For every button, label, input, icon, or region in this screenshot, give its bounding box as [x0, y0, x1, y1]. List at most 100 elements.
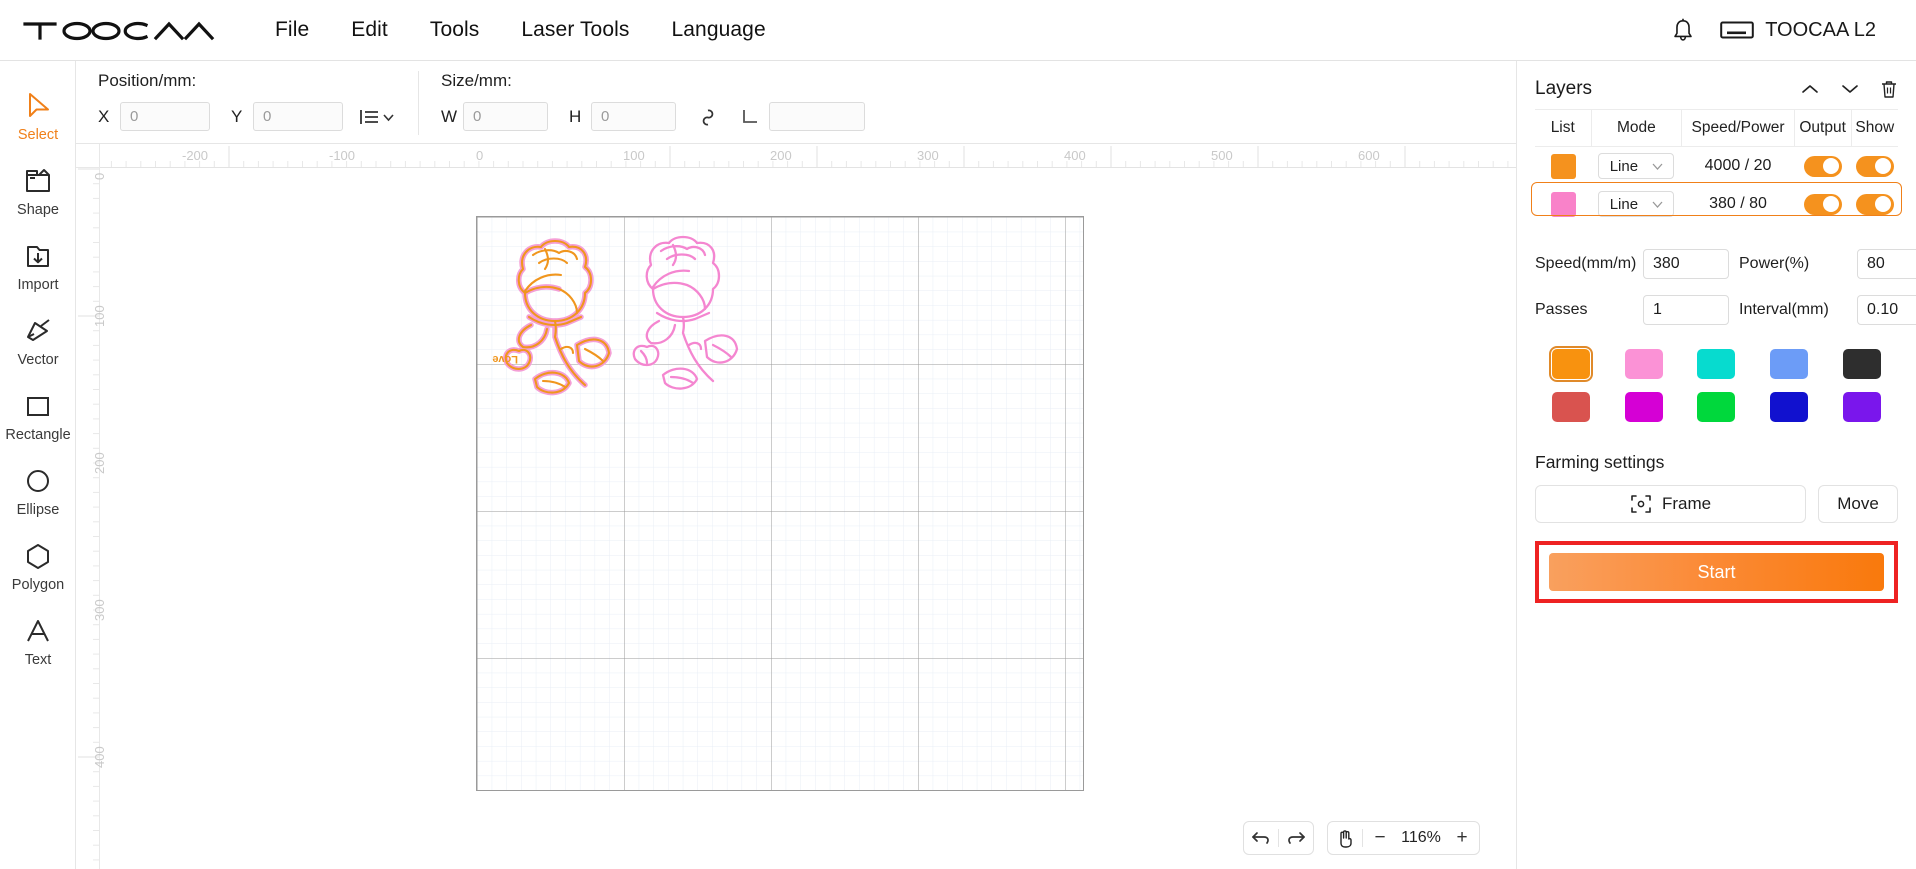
menu-tools[interactable]: Tools: [409, 12, 501, 48]
layer-color-swatch[interactable]: [1550, 191, 1576, 217]
palette-color-1[interactable]: [1549, 346, 1594, 382]
layer-mode-select[interactable]: Line: [1598, 191, 1675, 217]
app-root: File Edit Tools Laser Tools Language TOO…: [0, 0, 1916, 869]
sidebar-label-shape: Shape: [17, 202, 59, 218]
layer-row-2[interactable]: Line 380 / 80: [1535, 185, 1898, 223]
ruler-h-label-1: -200: [182, 148, 209, 163]
y-input[interactable]: 0: [253, 102, 343, 131]
ruler-h-label-9: 600: [1358, 148, 1380, 163]
palette-color-7[interactable]: [1624, 392, 1663, 422]
vertical-ruler: 0 100 200 300 400: [76, 144, 107, 869]
pan-tool-button[interactable]: [1328, 822, 1362, 854]
artwork-rose-orange[interactable]: Love: [489, 229, 629, 429]
zoom-toolbar: − 116% +: [1243, 821, 1480, 855]
corner-radius-icon: [740, 106, 760, 128]
layer-settings: Speed(mm/m) 380 Power(%) 80 Passes 1 Int…: [1535, 249, 1916, 325]
height-input[interactable]: 0: [591, 102, 676, 131]
trash-icon[interactable]: [1880, 79, 1898, 99]
import-icon: [27, 246, 49, 267]
sidebar-item-import[interactable]: Import: [0, 229, 76, 304]
zoom-group: − 116% +: [1327, 821, 1480, 855]
device-indicator[interactable]: TOOCAA L2: [1720, 19, 1876, 42]
palette-color-5[interactable]: [1842, 349, 1881, 379]
layer-speed-power: 4000 / 20: [1704, 157, 1772, 174]
w-label: W: [441, 106, 458, 126]
work-area[interactable]: Love: [476, 216, 1084, 791]
palette-color-9[interactable]: [1770, 392, 1809, 422]
notification-bell-icon[interactable]: [1670, 16, 1696, 44]
sidebar-item-polygon[interactable]: Polygon: [0, 529, 76, 604]
layer-output-toggle[interactable]: [1803, 193, 1842, 215]
interval-label: Interval(mm): [1739, 301, 1829, 318]
shape-folder-icon: [26, 169, 50, 192]
menu-bar: File Edit Tools Laser Tools Language: [254, 12, 787, 48]
corner-radius-input[interactable]: [769, 102, 865, 131]
artwork-rose-pink[interactable]: [617, 225, 757, 425]
speed-input[interactable]: 380: [1643, 249, 1729, 279]
palette-color-3[interactable]: [1697, 349, 1736, 379]
position-group: Position/mm: X 0 Y 0: [76, 71, 419, 135]
link-chain-icon[interactable]: [699, 105, 717, 129]
layer-show-toggle[interactable]: [1855, 193, 1894, 215]
canvas-area[interactable]: 0 -200 -100 0 100 200 300 400 500 600 0 …: [76, 144, 1516, 869]
farming-settings-title: Farming settings: [1535, 452, 1665, 472]
chevron-up-icon[interactable]: [1800, 82, 1820, 96]
interval-input[interactable]: 0.10: [1857, 295, 1916, 325]
col-output: Output: [1793, 109, 1852, 147]
layers-actions: [1800, 79, 1898, 99]
frame-button[interactable]: Frame: [1535, 485, 1806, 523]
sidebar-label-text: Text: [24, 652, 52, 668]
layer-show-toggle[interactable]: [1855, 155, 1894, 177]
sidebar-item-ellipse[interactable]: Ellipse: [0, 454, 76, 529]
layers-table: List Mode Speed/Power Output Show Line 4…: [1535, 109, 1898, 223]
layers-title: Layers: [1535, 78, 1593, 99]
x-label: X: [98, 106, 110, 126]
sidebar-item-select[interactable]: Select: [0, 79, 76, 154]
undo-icon: [1252, 832, 1269, 844]
sidebar-item-vector[interactable]: Vector: [0, 304, 76, 379]
palette-color-4[interactable]: [1770, 349, 1809, 379]
menu-edit[interactable]: Edit: [330, 12, 409, 48]
zoom-in-button[interactable]: +: [1445, 822, 1479, 854]
x-input[interactable]: 0: [120, 102, 210, 131]
power-input[interactable]: 80: [1857, 249, 1916, 279]
palette-color-6[interactable]: [1552, 392, 1591, 422]
undo-button[interactable]: [1244, 822, 1278, 854]
menu-laser-tools[interactable]: Laser Tools: [500, 12, 650, 48]
ruler-h-label-7: 400: [1064, 148, 1086, 163]
layers-header-row: List Mode Speed/Power Output Show: [1535, 109, 1898, 147]
app-header: File Edit Tools Laser Tools Language TOO…: [0, 0, 1916, 61]
palette-color-10[interactable]: [1842, 392, 1881, 422]
layer-mode-select[interactable]: Line: [1598, 153, 1675, 179]
sidebar-item-rectangle[interactable]: Rectangle: [0, 379, 76, 454]
header-right: TOOCAA L2: [1670, 16, 1876, 44]
layer-color-swatch[interactable]: [1550, 153, 1576, 179]
ruler-h-label-3: 0: [476, 148, 484, 163]
redo-button[interactable]: [1279, 822, 1313, 854]
farming-buttons: Frame Move: [1535, 485, 1898, 523]
position-title: Position/mm:: [98, 71, 197, 90]
cursor-arrow-icon: [29, 93, 49, 117]
align-list-dropdown-icon[interactable]: [358, 107, 396, 127]
palette-color-2[interactable]: [1624, 349, 1663, 379]
ruler-h-label-2: -100: [329, 148, 356, 163]
sidebar-item-text[interactable]: Text: [0, 604, 76, 679]
palette-color-8[interactable]: [1697, 392, 1736, 422]
sidebar-item-shape[interactable]: Shape: [0, 154, 76, 229]
ruler-h-label-8: 500: [1211, 148, 1233, 163]
passes-input[interactable]: 1: [1643, 295, 1729, 325]
horizontal-ruler: 0 -200 -100 0 100 200 300 400 500 600: [76, 144, 1516, 168]
layer-row-1[interactable]: Line 4000 / 20: [1535, 146, 1898, 185]
width-input[interactable]: 0: [463, 102, 548, 131]
layer-output-toggle[interactable]: [1803, 155, 1842, 177]
chevron-down-icon[interactable]: [1840, 82, 1860, 96]
move-button[interactable]: Move: [1818, 485, 1898, 523]
menu-language[interactable]: Language: [651, 12, 787, 48]
history-group: [1243, 821, 1314, 855]
size-group: Size/mm: W 0 H 0: [419, 71, 887, 135]
start-button[interactable]: Start: [1549, 553, 1884, 591]
polygon-icon: [27, 544, 49, 569]
chevron-down-icon: [1652, 201, 1663, 208]
menu-file[interactable]: File: [254, 12, 330, 48]
zoom-out-button[interactable]: −: [1363, 822, 1397, 854]
